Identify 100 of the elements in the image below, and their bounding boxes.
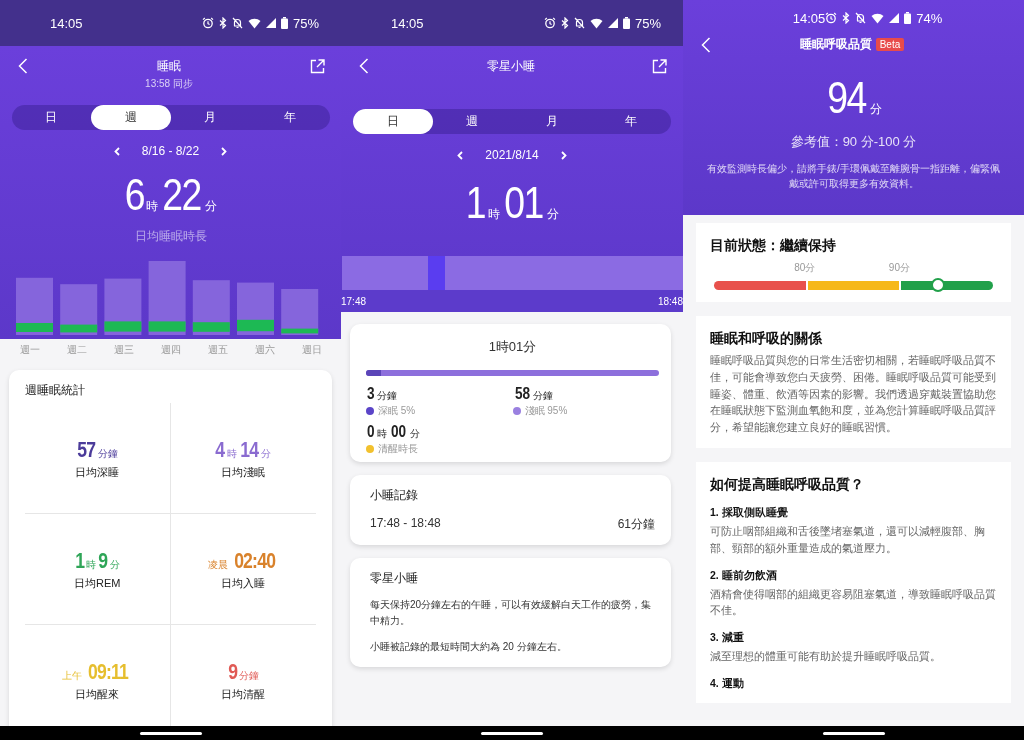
home-indicator[interactable] [481, 731, 543, 735]
tip-text: 減至理想的體重可能有助於提升睡眠呼吸品質。 [710, 649, 942, 665]
stat-label: 日均深睡 [75, 464, 120, 480]
period-tab[interactable]: 週 [91, 105, 171, 130]
date: 2021/8/14 [485, 148, 539, 162]
card-title: 如何提高睡眠呼吸品質？ [710, 476, 865, 494]
stat-value: 凌晨 02:40 [206, 547, 277, 574]
battery-percent: 75% [292, 15, 319, 31]
stage-value: 3 分鐘 [366, 384, 399, 404]
timeline-end: 18:48 [657, 295, 683, 307]
period-tab[interactable]: 年 [591, 109, 671, 134]
sleep-bar [104, 278, 142, 335]
share-icon[interactable] [652, 59, 667, 74]
info-paragraph: 小睡被記錄的最短時間大約為 20 分鐘左右。 [370, 640, 568, 654]
card-title: 週睡眠統計 [25, 382, 86, 399]
sleep-bar [281, 289, 319, 335]
stat-label: 日均清醒 [221, 686, 266, 702]
period-tab[interactable]: 月 [512, 109, 592, 134]
stage-label: 清醒時長 [378, 442, 418, 456]
date-range: 8/16 - 8/22 [141, 144, 200, 158]
back-icon[interactable] [18, 58, 28, 74]
screen-title: 睡眠 [157, 58, 181, 75]
screen-title: 睡眠呼吸品質 [799, 36, 872, 53]
notice-text: 有效監測時長偏少，請將手錶/手環佩戴至離腕骨一指距離，偏緊佩戴或許可取得更多有效資料。 [706, 162, 1001, 191]
bluetooth-icon [842, 12, 851, 24]
stage-value: 0 時 00 分 [366, 422, 422, 442]
share-icon[interactable] [310, 59, 325, 74]
card-title: 目前狀態：繼續保持 [710, 237, 837, 255]
stage-value: 58 分鐘 [513, 384, 555, 404]
weekday-label: 週六 [254, 343, 275, 357]
sleep-bar [60, 284, 98, 335]
weekday-label: 週四 [160, 343, 181, 357]
stat-label: 日均淺眠 [221, 464, 266, 480]
weekday-label: 週三 [113, 343, 134, 357]
nap-duration: 1 時 01 分 [464, 178, 560, 228]
timeline-start: 17:48 [341, 295, 367, 307]
tip-title: 3. 減重 [710, 631, 745, 646]
threshold-label: 90分 [888, 261, 910, 275]
sleep-bar [237, 282, 274, 335]
bluetooth-icon [218, 17, 227, 29]
stat-value: 4時 14分 [214, 436, 273, 463]
tip-title: 4. 運動 [710, 676, 745, 691]
reference-range: 參考值：90 分-100 分 [790, 133, 917, 151]
status-time: 14:05 [50, 15, 83, 31]
info-paragraph: 每天保持20分鐘左右的午睡，可以有效緩解白天工作的疲勞，集中精力。 [370, 598, 653, 628]
sync-time: 13:58 同步 [145, 77, 193, 91]
wifi-icon [247, 17, 261, 29]
period-tab[interactable]: 週 [432, 109, 512, 134]
average-sleep-duration: 6時 22 分 [123, 170, 219, 220]
total-duration: 1時01分 [487, 338, 538, 356]
beta-badge: Beta [875, 38, 905, 51]
alarm-clock-icon [201, 17, 214, 29]
stat-value: 上午 09:11 [61, 658, 130, 685]
battery-icon [904, 12, 912, 24]
alarm-clock-icon [543, 17, 556, 29]
signal-icon [265, 18, 276, 28]
breathing-score: 94 分 [826, 73, 883, 123]
wifi-icon [589, 17, 603, 29]
signal-icon [607, 18, 618, 28]
period-tab[interactable]: 日 [353, 109, 433, 134]
stat-value: 1時 9分 [74, 547, 121, 574]
status-time: 14:05 [391, 15, 424, 31]
record-time-range: 17:48 - 18:48 [370, 516, 441, 532]
tip-title: 1. 採取側臥睡覺 [710, 506, 789, 520]
weekday-label: 週五 [207, 343, 228, 357]
stage-label: 淺眠 95% [524, 404, 568, 418]
battery-icon [622, 17, 630, 29]
card-title: 睡眠和呼吸的關係 [710, 330, 823, 348]
stat-label: 日均REM [74, 575, 121, 591]
relation-paragraph: 睡眠呼吸品質與您的日常生活密切相關，若睡眠呼吸品質不佳，可能會導致您白天疲勞、困倦。睡眠呼吸品質可能受到睡姿、體重、飲酒等因素的影響。我們透過穿戴裝置協助您在睡眠狀態下監測血氧飽和度，並為您計算睡眠呼吸品質評分，希望能讓您建立良好的睡眠習慣。 [710, 353, 997, 436]
bell-off-icon [231, 17, 243, 29]
back-icon[interactable] [359, 58, 369, 74]
sleep-bar [16, 277, 53, 335]
signal-icon [889, 13, 900, 23]
battery-icon [280, 17, 288, 29]
card-title: 零星小睡 [370, 570, 419, 587]
average-sleep-label: 日均睡眠時長 [134, 228, 207, 245]
battery-percent: 74% [916, 10, 943, 26]
stage-label: 深眠 5% [378, 404, 416, 418]
stat-label: 日均醒來 [75, 686, 120, 702]
bell-off-icon [855, 12, 867, 24]
sleep-bar [192, 280, 230, 335]
card-title: 小睡記錄 [370, 487, 419, 504]
home-indicator[interactable] [139, 731, 202, 735]
record-duration: 61分鐘 [617, 516, 655, 533]
status-time: 14:05 [792, 10, 826, 26]
period-tab[interactable]: 月 [170, 105, 250, 130]
weekday-label: 週日 [301, 343, 322, 357]
threshold-label: 80分 [794, 261, 816, 275]
wifi-icon [871, 12, 885, 24]
bell-off-icon [573, 17, 585, 29]
period-tab[interactable]: 年 [250, 105, 330, 130]
stat-value: 57分鐘 [76, 436, 120, 463]
stat-value: 9分鐘 [226, 658, 260, 685]
period-tab[interactable]: 日 [11, 105, 91, 130]
back-icon[interactable] [701, 36, 711, 53]
stat-label: 日均入睡 [221, 575, 266, 591]
home-indicator[interactable] [822, 731, 885, 735]
battery-percent: 75% [634, 15, 661, 31]
tip-text: 可防止咽部組織和舌後墜堵塞氣道，還可以減輕腹部、胸部、頸部的額外重量造成的氣道壓力。 [710, 524, 986, 556]
